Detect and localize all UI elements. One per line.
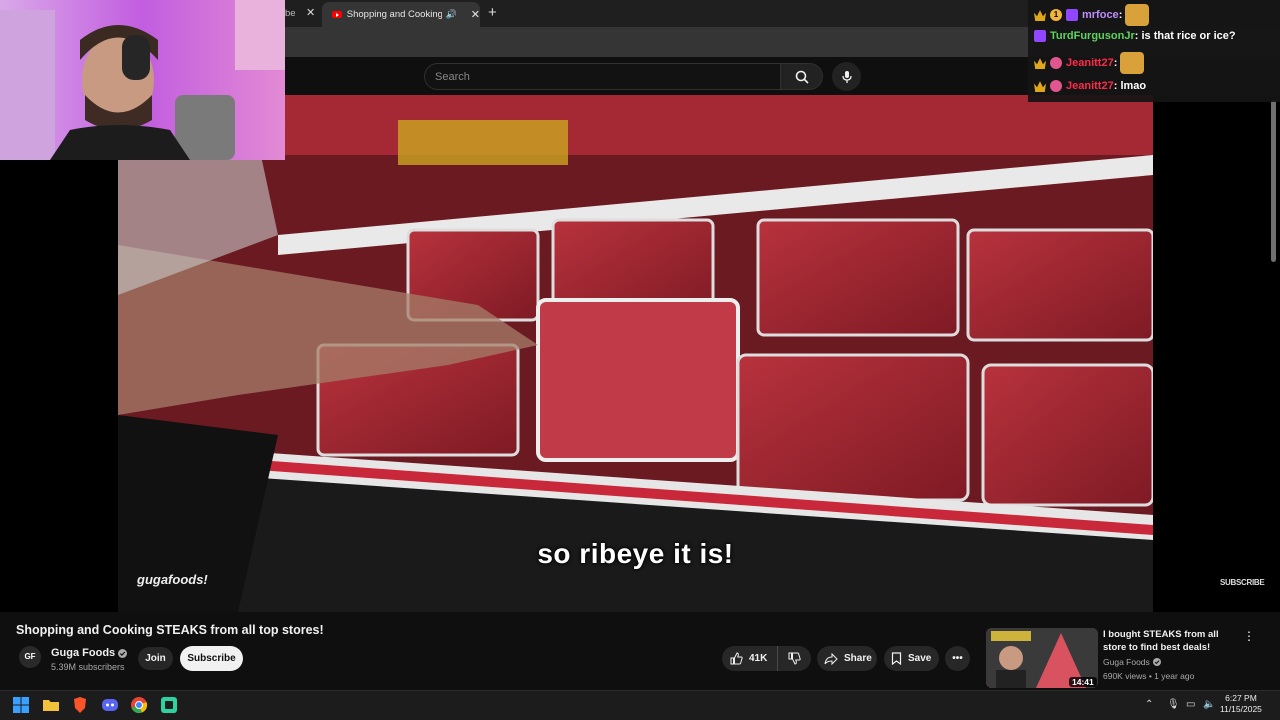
video-title: Shopping and Cooking STEAKS from all top…	[16, 623, 324, 637]
windows-start-icon[interactable]	[12, 696, 30, 714]
recommendation-channel[interactable]: Guga Foods	[1103, 657, 1161, 667]
new-tab-button[interactable]: +	[488, 4, 497, 21]
video-player[interactable]	[118, 95, 1153, 612]
chat-message: Jeanitt27:	[1034, 52, 1145, 74]
avatar-badge-icon	[1050, 57, 1062, 69]
clock-time: 6:27 PM	[1225, 693, 1257, 703]
like-count: 41K	[749, 653, 768, 664]
bookmark-icon	[891, 652, 902, 665]
video-duration: 14:41	[1069, 677, 1097, 687]
webcam-person-image	[0, 0, 285, 160]
emote-icon	[1120, 52, 1145, 74]
recommendation-meta: 690K views • 1 year ago	[1103, 671, 1195, 681]
chat-message: Jeanitt27: lmao	[1034, 80, 1146, 92]
join-button[interactable]: Join	[138, 647, 173, 670]
search-button[interactable]	[781, 63, 823, 90]
speaker-icon[interactable]: 🔊	[446, 9, 457, 20]
app-icon[interactable]	[160, 696, 178, 714]
youtube-favicon-icon	[332, 11, 342, 18]
discord-icon[interactable]	[101, 696, 119, 714]
chat-username: TurdFurgusonJr	[1050, 30, 1135, 42]
streamer-webcam	[0, 0, 285, 160]
thumbs-up-icon	[730, 652, 743, 665]
chat-username: mrfoce	[1082, 9, 1119, 21]
share-label: Share	[844, 653, 872, 664]
microphone-icon	[841, 70, 852, 83]
coin-badge-icon: 1	[1050, 9, 1062, 21]
brave-browser-icon[interactable]	[71, 696, 89, 714]
search-placeholder: Search	[435, 70, 470, 83]
tray-microphone-icon[interactable]: 🎙	[1167, 699, 1180, 710]
page-scrollbar[interactable]	[1271, 100, 1276, 262]
video-caption: so ribeye it is!	[537, 538, 734, 569]
chat-text: is that rice or ice?	[1141, 30, 1236, 42]
channel-name-text[interactable]: Guga Foods	[51, 647, 115, 659]
subscribe-watermark[interactable]: SUBSCRIBE	[1220, 578, 1265, 587]
subscribe-button[interactable]: Subscribe	[180, 646, 243, 671]
chrome-icon[interactable]	[130, 696, 148, 714]
crown-badge-icon	[1034, 58, 1046, 69]
crown-badge-icon	[1034, 81, 1046, 92]
gift-badge-icon	[1034, 30, 1046, 42]
video-frame-meat-display	[118, 95, 1153, 612]
stream-chat-overlay: 1 mrfoce: TurdFurgusonJr: is that rice o…	[1028, 0, 1280, 102]
channel-name[interactable]: Guga Foods	[51, 647, 128, 659]
active-tab[interactable]: Shopping and Cooking STE 🔊 ✕	[322, 2, 480, 27]
gift-badge-icon	[1066, 9, 1078, 21]
save-button[interactable]: Save	[884, 646, 939, 671]
verified-icon	[118, 648, 128, 658]
windows-taskbar	[0, 690, 1280, 720]
more-horizontal-icon: •••	[952, 653, 963, 664]
crown-badge-icon	[1034, 10, 1046, 21]
subscriber-count: 5.39M subscribers	[51, 662, 125, 672]
like-button[interactable]: 41K	[722, 646, 778, 671]
share-button[interactable]: Share	[817, 646, 877, 671]
like-dislike-group: 41K	[722, 646, 811, 671]
previous-tab-title[interactable]: be	[285, 8, 296, 19]
dislike-button[interactable]	[778, 652, 811, 665]
chat-username: Jeanitt27	[1066, 57, 1114, 69]
close-previous-tab-icon[interactable]: ✕	[306, 6, 315, 19]
close-tab-icon[interactable]: ✕	[471, 8, 480, 21]
channel-avatar[interactable]: GF	[19, 646, 41, 668]
verified-icon	[1152, 658, 1161, 666]
channel-watermark: gugafoods!	[137, 572, 208, 587]
chat-text: lmao	[1120, 80, 1147, 92]
tray-network-icon[interactable]: ▭	[1186, 699, 1195, 710]
tray-volume-icon[interactable]: 🔈	[1203, 699, 1215, 710]
chat-message: 1 mrfoce:	[1034, 4, 1150, 26]
share-icon	[824, 652, 838, 665]
emote-icon	[1125, 4, 1150, 26]
more-actions-button[interactable]: •••	[945, 646, 970, 671]
chat-username: Jeanitt27	[1066, 80, 1114, 92]
taskbar-clock[interactable]: 6:27 PM 11/15/2025	[1220, 693, 1262, 715]
file-explorer-icon[interactable]	[42, 696, 60, 714]
search-input[interactable]: Search	[424, 63, 781, 90]
search-icon	[795, 70, 809, 84]
save-label: Save	[908, 653, 932, 664]
clock-date: 11/15/2025	[1220, 704, 1262, 714]
recommendation-title[interactable]: I bought STEAKS from all store to find b…	[1103, 628, 1238, 654]
thumbs-down-icon	[788, 652, 801, 665]
chat-message: TurdFurgusonJr: is that rice or ice?	[1034, 30, 1236, 42]
voice-search-button[interactable]	[832, 62, 861, 91]
avatar-badge-icon	[1050, 80, 1062, 92]
active-tab-title: Shopping and Cooking STE	[346, 9, 442, 20]
recommendation-menu-icon[interactable]: ⋮	[1243, 629, 1255, 643]
recommendation-channel-name: Guga Foods	[1103, 657, 1150, 667]
tray-chevron-up-icon[interactable]: ⌃	[1145, 699, 1153, 710]
